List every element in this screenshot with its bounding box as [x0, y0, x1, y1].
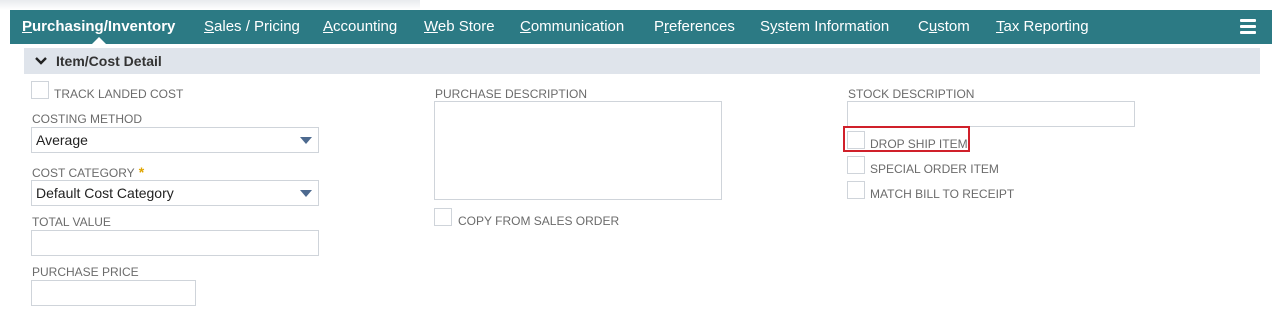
- stock-description-input[interactable]: [847, 101, 1135, 127]
- copy-from-sales-order-checkbox[interactable]: [434, 208, 452, 226]
- tab-system-information[interactable]: System Information: [760, 10, 889, 44]
- top-band: [0, 0, 1280, 10]
- cost-category-value: Default Cost Category: [36, 185, 174, 201]
- costing-method-value: Average: [36, 132, 88, 148]
- purchase-description-label: PURCHASE DESCRIPTION: [435, 87, 588, 101]
- tab-web-store[interactable]: Web Store: [424, 10, 495, 44]
- purchase-price-label: PURCHASE PRICE: [32, 265, 139, 279]
- costing-method-label: COSTING METHOD: [32, 112, 142, 126]
- purchase-price-input[interactable]: [31, 280, 196, 306]
- track-landed-cost-checkbox[interactable]: [31, 81, 49, 99]
- total-value-input[interactable]: [31, 230, 319, 256]
- match-bill-to-receipt-checkbox[interactable]: [847, 181, 865, 199]
- tab-sales-pricing[interactable]: Sales / Pricing: [204, 10, 300, 44]
- match-bill-to-receipt-label: MATCH BILL TO RECEIPT: [870, 187, 1015, 201]
- dropdown-arrow-icon: [300, 137, 312, 144]
- purchase-description-textarea[interactable]: [434, 101, 722, 200]
- stock-description-label: STOCK DESCRIPTION: [848, 87, 975, 101]
- section-header-item-cost-detail[interactable]: Item/Cost Detail: [24, 48, 1260, 74]
- required-asterisk: *: [138, 164, 145, 180]
- tab-communication[interactable]: Communication: [520, 10, 624, 44]
- cost-category-label: COST CATEGORY *: [32, 164, 145, 180]
- track-landed-cost-label: TRACK LANDED COST: [54, 87, 184, 101]
- drop-ship-item-highlight: [843, 126, 970, 152]
- section-title: Item/Cost Detail: [56, 53, 162, 69]
- total-value-label: TOTAL VALUE: [32, 215, 111, 229]
- chevron-down-icon[interactable]: [34, 54, 48, 68]
- tab-tax-reporting[interactable]: Tax Reporting: [996, 10, 1089, 44]
- tab-purchasing-inventory[interactable]: Purchasing/Inventory: [22, 10, 175, 44]
- dropdown-arrow-icon: [300, 190, 312, 197]
- main-nav-bar: Purchasing/Inventory Sales / Pricing Acc…: [10, 10, 1272, 44]
- copy-from-sales-order-label: COPY FROM SALES ORDER: [458, 214, 620, 228]
- tab-custom[interactable]: Custom: [918, 10, 970, 44]
- special-order-item-label: SPECIAL ORDER ITEM: [870, 162, 999, 176]
- special-order-item-checkbox[interactable]: [847, 156, 865, 174]
- tab-accounting[interactable]: Accounting: [323, 10, 397, 44]
- cost-category-select[interactable]: Default Cost Category: [31, 180, 319, 206]
- hamburger-menu-icon[interactable]: [1240, 19, 1256, 35]
- costing-method-select[interactable]: Average: [31, 127, 319, 153]
- tab-preferences[interactable]: Preferences: [654, 10, 735, 44]
- top-band-shade: [0, 0, 420, 10]
